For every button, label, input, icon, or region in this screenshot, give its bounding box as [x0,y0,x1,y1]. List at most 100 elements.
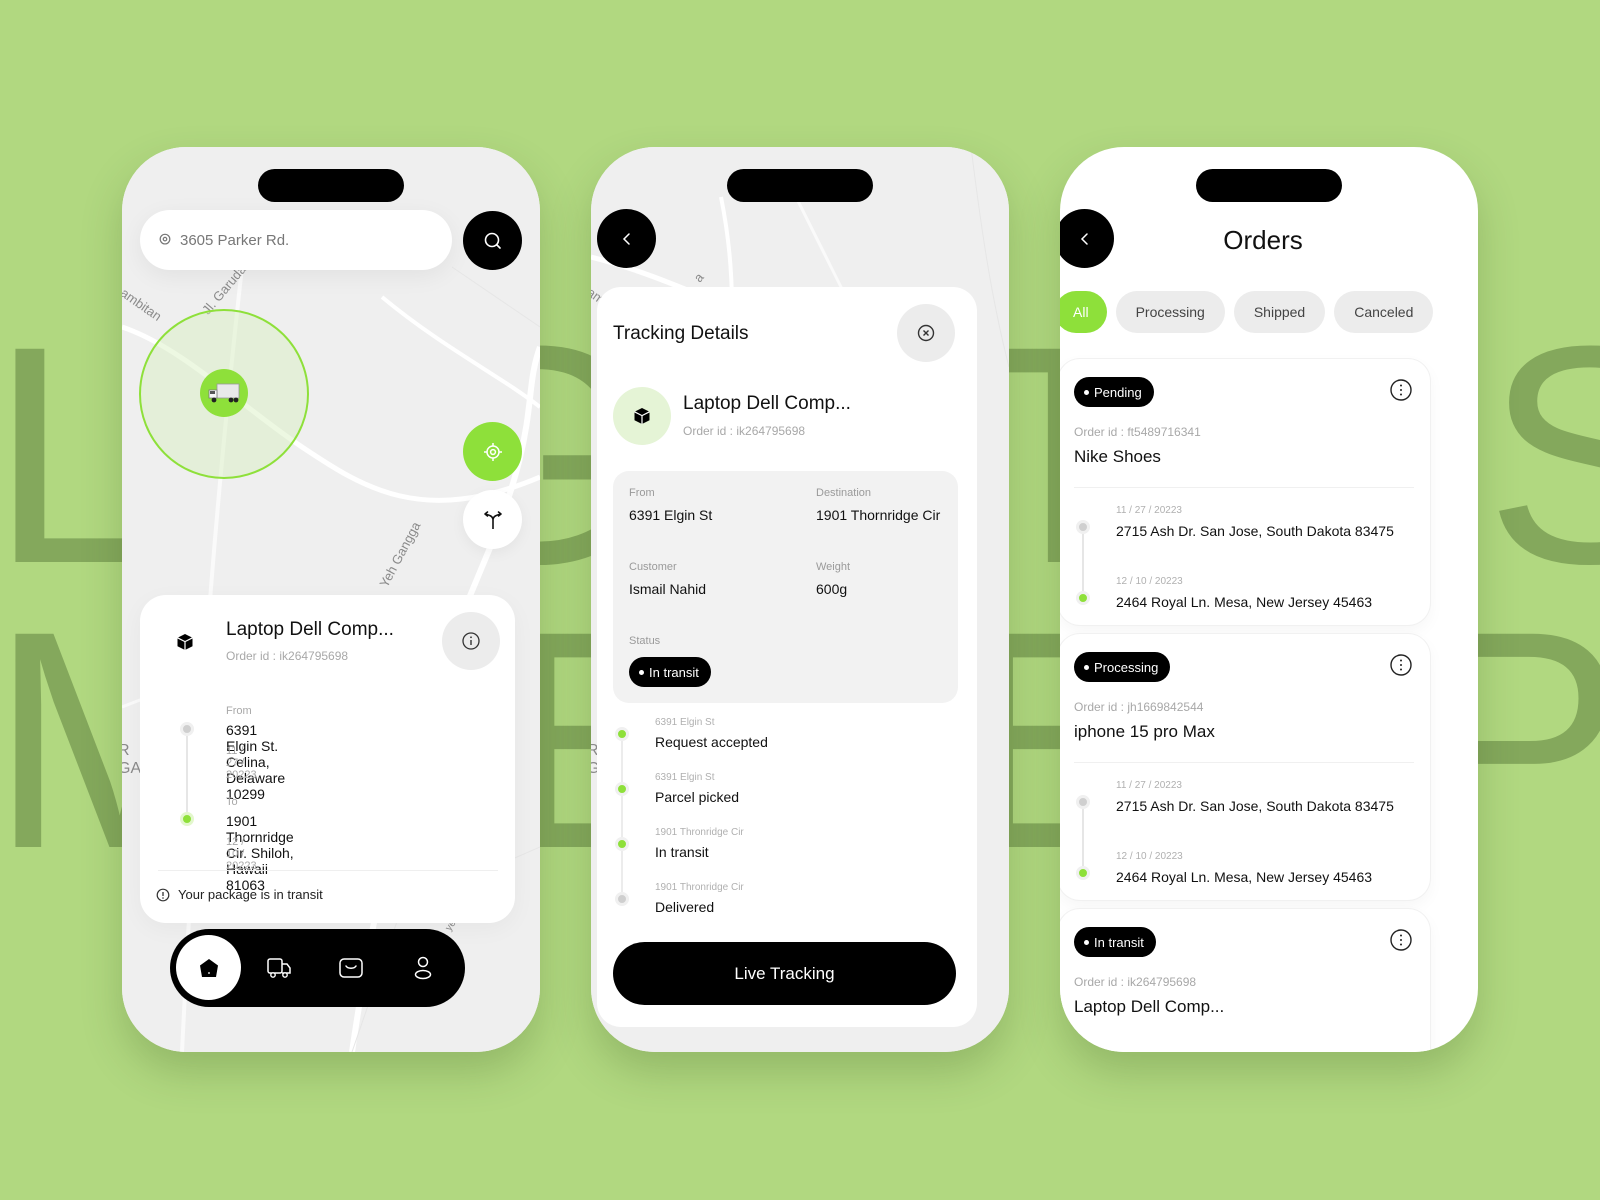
from-date: 11 / 27 / 20223 [226,745,257,781]
route-line [186,729,188,817]
bottom-nav [170,929,465,1007]
bullet-icon [639,669,644,675]
nav-delivery[interactable] [264,953,294,983]
to-address: 2464 Royal Ln. Mesa, New Jersey 45463 [1116,869,1373,885]
info-icon [462,632,480,650]
destination-label: Destination [816,487,872,499]
order-name: Nike Shoes [1074,447,1161,466]
timeline-step: 6391 Elgin St Parcel picked [613,772,953,822]
order-id: Order id : ft5489716341 [1074,425,1201,439]
from-value: 6391 Elgin St [629,507,713,523]
route-line [1082,526,1084,598]
status-badge-text: In transit [1094,934,1144,950]
live-tracking-button[interactable]: Live Tracking [613,942,956,1005]
order-name: iphone 15 pro Max [1074,722,1215,741]
step-location: 6391 Elgin St [655,717,715,728]
from-address: 2715 Ash Dr. San Jose, South Dakota 8347… [1116,798,1394,814]
timeline-step: 1901 Thronridge Cir Delivered [613,882,953,932]
divider [1074,762,1414,763]
nav-inbox[interactable] [336,953,366,983]
bullet-icon [1084,389,1089,395]
shipment-details: From 6391 Elgin St Destination 1901 Thor… [613,471,958,703]
step-label: In transit [655,844,709,860]
divider [1074,487,1414,488]
nav-profile[interactable] [408,953,438,983]
order-card[interactable]: Pending Order id : ft5489716341 Nike Sho… [1060,359,1430,625]
status-label: Status [629,635,661,647]
current-order-card[interactable]: Laptop Dell Comp... Order id : ik2647956… [140,595,515,923]
order-id: Order id : jh1669842544 [1074,700,1204,714]
address-search-value: 3605 Parker Rd. [180,231,290,249]
back-button[interactable] [597,209,656,268]
phone-map-screen: ambitan Jl. Garuda Yeh Gangga R GA yelir… [122,147,540,1052]
sheet-title: Tracking Details [613,323,749,344]
status-badge: In transit [1074,927,1156,957]
phone-orders-screen: Orders All Processing Shipped Canceled P… [1060,147,1478,1052]
status-badge: In transit [629,657,711,687]
filter-processing[interactable]: Processing [1115,291,1225,333]
product-name: Laptop Dell Comp... [683,393,851,414]
status-badge-text: Pending [1094,384,1142,400]
bg-letter: S [1485,281,1600,628]
package-icon [634,408,650,424]
origin-dot [180,722,194,736]
tracking-details-sheet: Tracking Details Laptop Dell Comp... Ord… [597,287,977,1027]
from-address: 2715 Ash Dr. San Jose, South Dakota 8347… [1116,523,1394,539]
vehicle-marker[interactable] [200,369,248,417]
map-label: GA [122,760,142,777]
filter-shipped[interactable]: Shipped [1233,291,1326,333]
step-pending-dot [615,892,629,906]
route-button[interactable] [463,490,522,549]
order-info-button[interactable] [442,612,500,670]
step-label: Delivered [655,899,715,915]
step-done-dot [615,727,629,741]
more-vertical-icon [1390,379,1412,401]
transit-note-text: Your package is in transit [178,887,323,902]
search-icon [484,232,501,249]
back-button[interactable] [1060,209,1114,268]
to-label: To [226,796,238,808]
order-menu-button[interactable] [1389,653,1413,677]
from-label: From [226,705,252,717]
status-badge: Pending [1074,377,1154,407]
search-button[interactable] [463,211,522,270]
page-title: Orders [1223,225,1303,255]
order-menu-button[interactable] [1389,378,1413,402]
order-card[interactable]: Processing Order id : jh1669842544 iphon… [1060,634,1430,900]
filter-all[interactable]: All [1060,291,1107,333]
weight-value: 600g [816,581,848,597]
order-id: Order id : ik264795698 [1074,975,1197,989]
address-search-input[interactable]: 3605 Parker Rd. [140,210,452,270]
product-order-id: Order id : ik264795698 [683,424,806,438]
nav-home[interactable] [176,935,241,1000]
weight-label: Weight [816,561,851,573]
timeline-step: 1901 Thronridge Cir In transit [613,827,953,877]
step-location: 6391 Elgin St [655,772,715,783]
to-date: 12 / 10 / 20223 [1116,851,1183,862]
locate-me-button[interactable] [463,422,522,481]
close-icon [917,324,935,342]
status-badge: Processing [1074,652,1171,682]
bullet-icon [1084,939,1089,945]
chevron-left-icon [1080,232,1088,245]
order-menu-button[interactable] [1389,928,1413,952]
origin-dot [1076,520,1090,534]
product-thumbnail [613,387,671,445]
home-icon [199,958,218,977]
customer-value: Ismail Nahid [629,581,707,597]
truck-icon [208,383,240,403]
dynamic-island [258,169,404,202]
timeline-step: 6391 Elgin St Request accepted [613,717,953,767]
more-vertical-icon [1390,929,1412,951]
order-card[interactable]: In transit Order id : ik264795698 Laptop… [1060,909,1430,1052]
to-date: 12 / 10 / 20223 [226,836,257,872]
filter-canceled[interactable]: Canceled [1334,291,1434,333]
step-done-dot [615,782,629,796]
close-button[interactable] [897,304,955,362]
from-date: 11 / 27 / 20223 [1116,780,1182,791]
status-badge-text: In transit [649,664,699,680]
route-line [1082,801,1084,873]
status-badge-text: Processing [1094,659,1159,675]
step-label: Parcel picked [655,789,740,805]
route-split-icon [483,510,502,529]
